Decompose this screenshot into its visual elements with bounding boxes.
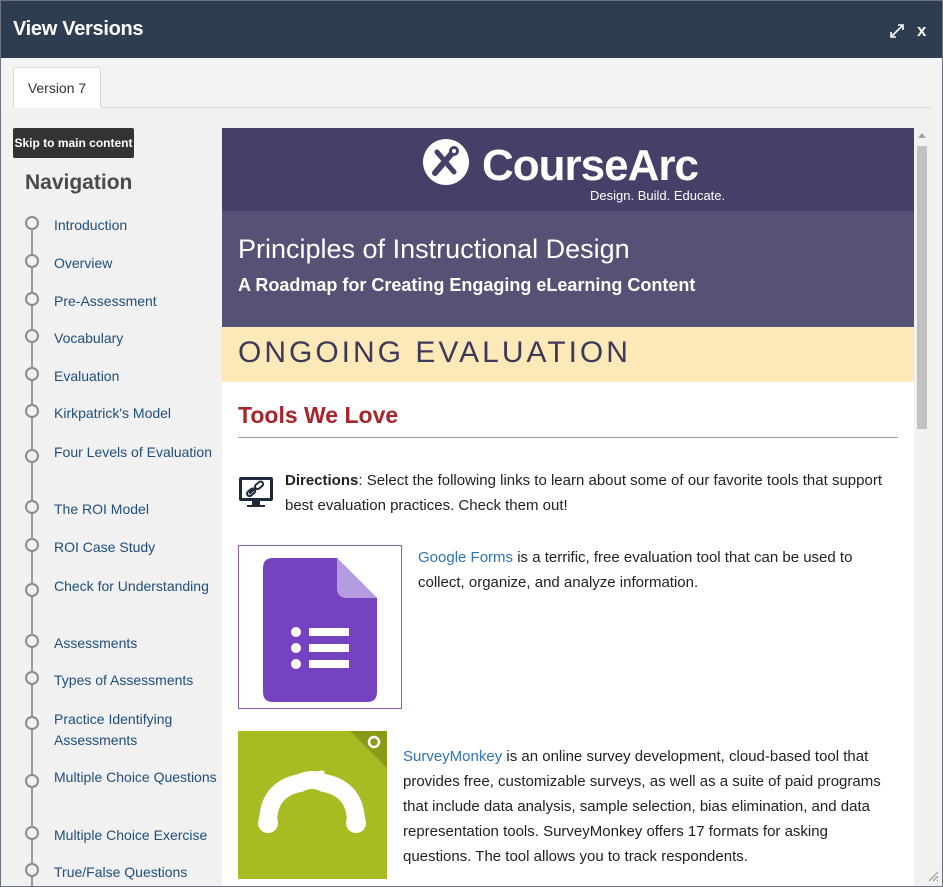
scrollbar-thumb[interactable] [917,146,927,429]
version-tabs: Version 7 [13,67,932,108]
brand-name: CourseArc [482,141,699,190]
course-header: Principles of Instructional Design A Roa… [222,211,914,327]
nav-dot [25,292,39,306]
directions-label: Directions [285,472,359,489]
course-subtitle: A Roadmap for Creating Engaging eLearnin… [238,275,696,295]
nav-item-label[interactable]: Types of Assessments [54,670,219,691]
surveymonkey-link[interactable]: SurveyMonkey [403,748,502,765]
directions-paragraph: Directions: Select the following links t… [285,468,885,518]
nav-item-label[interactable]: True/False Questions [54,862,219,883]
nav-item-label[interactable]: Pre-Assessment [54,291,219,312]
nav-dot [25,538,39,552]
directions-text: : Select the following links to learn ab… [285,472,882,514]
surveymonkey-paragraph: SurveyMonkey is an online survey develop… [403,744,898,869]
nav-item-label[interactable]: Introduction [54,215,219,236]
resize-grip-icon[interactable] [925,868,939,882]
nav-dot [25,863,39,877]
page-heading: Tools We Love [238,402,399,428]
nav-dot [25,329,39,343]
google-forms-image [238,545,402,709]
tab-version-7[interactable]: Version 7 [13,67,101,108]
nav-item-label[interactable]: Vocabulary [54,328,219,349]
nav-item-label[interactable]: Overview [54,253,219,274]
dialog-title: View Versions [13,18,144,40]
nav-dot [25,216,39,230]
nav-dot [25,404,39,418]
nav-item-label[interactable]: Assessments [54,633,219,654]
nav-heading: Navigation [25,171,133,194]
brand-tagline: Design. Build. Educate. [590,188,726,203]
nav-dot [25,254,39,268]
nav-item-label[interactable]: Check for Understanding [54,576,219,597]
google-forms-paragraph: Google Forms is a terrific, free evaluat… [418,545,888,595]
close-icon[interactable]: x [917,21,926,41]
directions-link-icon [239,477,273,507]
nav-item-label[interactable]: Practice Identifying Assessments [54,709,219,751]
surveymonkey-image [238,731,387,879]
nav-item-label[interactable]: Multiple Choice Exercise [54,825,219,846]
course-title: Principles of Instructional Design [238,234,630,264]
dialog-titlebar: View Versions x [1,1,942,58]
google-forms-icon [263,558,377,702]
heading-divider [238,437,898,438]
section-title: ONGOING EVALUATION [238,336,631,369]
nav-dot [25,774,39,788]
expand-icon[interactable] [888,22,906,40]
section-header: ONGOING EVALUATION [222,327,914,382]
skip-to-content-link[interactable]: Skip to main content [13,128,134,158]
nav-item-label[interactable]: Four Levels of Evaluation [54,442,219,463]
nav-item-label[interactable]: Kirkpatrick's Model [54,403,219,424]
nav-item-label[interactable]: Multiple Choice Questions [54,767,219,788]
nav-dot [25,634,39,648]
nav-dot [25,367,39,381]
page-scrollbar[interactable] [914,128,930,886]
google-forms-link[interactable]: Google Forms [418,549,513,566]
surveymonkey-icon [258,731,387,833]
nav-dot [25,583,39,597]
nav-item-label[interactable]: ROI Case Study [54,537,219,558]
surveymonkey-description: is an online survey development, cloud-b… [403,748,881,865]
nav-dot [25,716,39,730]
coursearc-logo-icon [423,139,469,185]
view-versions-dialog: View Versions x Version 7 Skip to main c… [0,0,943,887]
nav-dot [25,671,39,685]
nav-dot [25,500,39,514]
nav-item-label[interactable]: Evaluation [54,366,219,387]
lesson-page: CourseArc Design. Build. Educate. Princi… [222,128,914,886]
brand-banner: CourseArc Design. Build. Educate. [222,128,914,211]
nav-item-label[interactable]: The ROI Model [54,499,219,520]
nav-dot [25,826,39,840]
version-preview: Skip to main content Navigation Introduc… [1,109,942,886]
nav-dot [25,449,39,463]
scroll-up-arrow[interactable] [918,133,926,138]
